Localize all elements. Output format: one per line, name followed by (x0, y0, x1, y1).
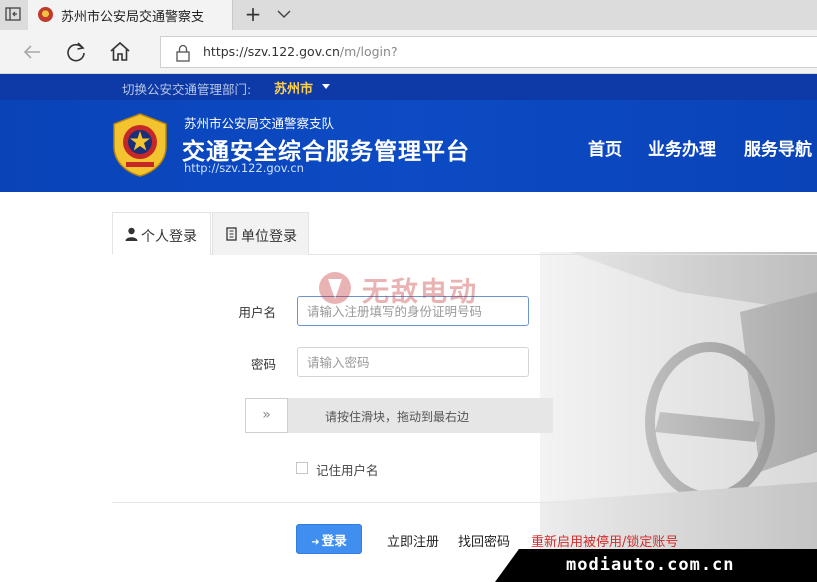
password-label: 密码 (250, 357, 276, 372)
recover-password-link[interactable]: 找回密码 (458, 531, 510, 550)
tab-personal-login[interactable]: 个人登录 (112, 212, 211, 255)
login-button-label: 登录 (321, 532, 347, 548)
watermark-logo-icon (319, 272, 351, 304)
remember-label: 记住用户名 (316, 463, 379, 478)
tab-actions-icon[interactable] (5, 7, 21, 21)
caret-down-icon[interactable] (322, 84, 330, 89)
tab-personal-label: 个人登录 (141, 229, 197, 245)
browser-nav-bar: https://szv.122.gov.cn/m/login? (0, 30, 817, 74)
site-url: http://szv.122.gov.cn (184, 161, 304, 175)
browser-tab-bar: 苏州市公安局交通警察支 + (0, 0, 817, 30)
city-selector[interactable]: 苏州市 (274, 78, 313, 97)
password-input[interactable] (297, 347, 529, 377)
nav-services[interactable]: 业务办理 (648, 135, 716, 160)
address-url: https://szv.122.gov.cn/m/login? (203, 44, 398, 59)
url-host: https://szv.122.gov.cn (203, 44, 340, 59)
address-bar[interactable]: https://szv.122.gov.cn/m/login? (160, 36, 817, 68)
building-icon (226, 227, 237, 241)
site-header: 苏州市公安局交通警察支队 交通安全综合服务管理平台 http://szv.122… (0, 100, 817, 192)
department-switch-strip: 切换公安交通管理部门: 苏州市 (0, 74, 817, 100)
new-tab-button[interactable]: + (242, 3, 264, 25)
watermark-text: 无敌电动 (362, 277, 478, 308)
username-label: 用户名 (238, 305, 276, 320)
nav-service-guide[interactable]: 服务导航 (744, 135, 812, 160)
reactivate-account-link[interactable]: 重新启用被停用/锁定账号 (531, 531, 678, 550)
browser-tab-active[interactable]: 苏州市公安局交通警察支 (28, 0, 233, 30)
corner-watermark-text: modiauto.com.cn (566, 555, 735, 575)
register-link[interactable]: 立即注册 (387, 531, 439, 550)
police-emblem-icon (113, 113, 167, 177)
remember-checkbox[interactable] (296, 462, 308, 474)
department-switch-label: 切换公安交通管理部门: (122, 82, 252, 97)
nav-home[interactable]: 首页 (588, 135, 622, 160)
watermark-overlay: 无敌电动 (316, 264, 516, 308)
home-icon[interactable] (108, 40, 132, 64)
tab-unit-login[interactable]: 单位登录 (212, 212, 309, 255)
slider-hint: 请按住滑块，拖动到最右边 (325, 410, 470, 424)
background-fade (440, 192, 817, 582)
login-content: 个人登录 单位登录 用户名 密码 » 请按住滑块，拖动到最右边 记住用户名 ➜登… (0, 192, 817, 582)
refresh-icon[interactable] (64, 40, 88, 64)
user-icon (125, 227, 138, 241)
slide-captcha: » 请按住滑块，拖动到最右边 (245, 398, 553, 433)
chevron-down-icon[interactable] (274, 4, 294, 24)
lock-icon (176, 44, 190, 62)
back-arrow-icon[interactable] (20, 40, 44, 64)
department-name: 苏州市公安局交通警察支队 (184, 116, 335, 131)
slider-handle[interactable]: » (245, 398, 288, 433)
form-divider (112, 502, 592, 503)
login-button[interactable]: ➜ 登录 (296, 524, 362, 554)
police-favicon-icon (38, 7, 53, 22)
login-arrow-icon: ➜ (311, 536, 320, 548)
browser-tab-title: 苏州市公安局交通警察支 (61, 10, 205, 25)
tab-unit-label: 单位登录 (241, 229, 297, 245)
url-path: /m/login? (339, 44, 398, 59)
